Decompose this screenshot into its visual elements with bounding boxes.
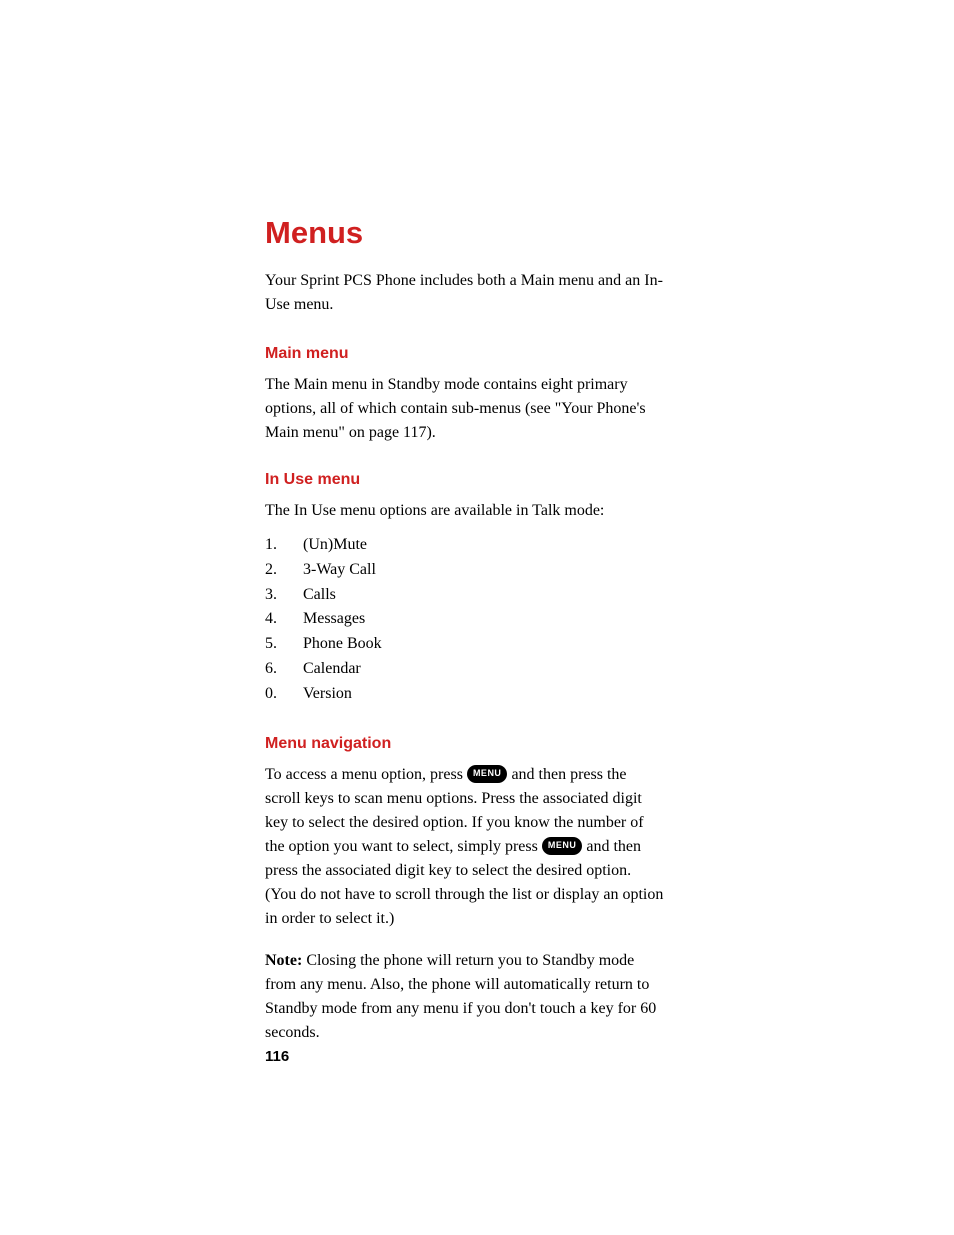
main-menu-heading: Main menu (265, 345, 665, 363)
menu-navigation-text: To access a menu option, press MENU and … (265, 763, 665, 931)
page-number: 116 (265, 1048, 289, 1065)
list-label: Calendar (303, 657, 361, 682)
list-label: Version (303, 682, 352, 707)
in-use-menu-intro: The In Use menu options are available in… (265, 499, 665, 523)
list-number: 1. (265, 533, 303, 558)
menu-button-icon: MENU (542, 837, 583, 855)
list-number: 5. (265, 632, 303, 657)
nav-text-part1: To access a menu option, press (265, 766, 467, 783)
list-item: 5. Phone Book (265, 632, 665, 657)
note-label: Note: (265, 952, 302, 969)
page-title: Menus (265, 215, 665, 251)
list-label: (Un)Mute (303, 533, 367, 558)
list-label: Calls (303, 583, 336, 608)
list-item: 3. Calls (265, 583, 665, 608)
main-menu-text: The Main menu in Standby mode contains e… (265, 373, 665, 445)
list-item: 0. Version (265, 682, 665, 707)
list-label: Phone Book (303, 632, 382, 657)
list-number: 2. (265, 558, 303, 583)
list-number: 3. (265, 583, 303, 608)
list-item: 2. 3-Way Call (265, 558, 665, 583)
in-use-menu-list: 1. (Un)Mute 2. 3-Way Call 3. Calls 4. Me… (265, 533, 665, 707)
list-item: 6. Calendar (265, 657, 665, 682)
list-label: 3-Way Call (303, 558, 376, 583)
page-content: Menus Your Sprint PCS Phone includes bot… (265, 215, 665, 1045)
list-item: 1. (Un)Mute (265, 533, 665, 558)
list-number: 4. (265, 607, 303, 632)
list-label: Messages (303, 607, 365, 632)
list-number: 0. (265, 682, 303, 707)
intro-text: Your Sprint PCS Phone includes both a Ma… (265, 269, 665, 317)
menu-button-icon: MENU (467, 765, 508, 783)
note-body: Closing the phone will return you to Sta… (265, 952, 656, 1041)
menu-navigation-heading: Menu navigation (265, 735, 665, 753)
note-paragraph: Note: Closing the phone will return you … (265, 949, 665, 1045)
in-use-menu-heading: In Use menu (265, 471, 665, 489)
list-number: 6. (265, 657, 303, 682)
list-item: 4. Messages (265, 607, 665, 632)
